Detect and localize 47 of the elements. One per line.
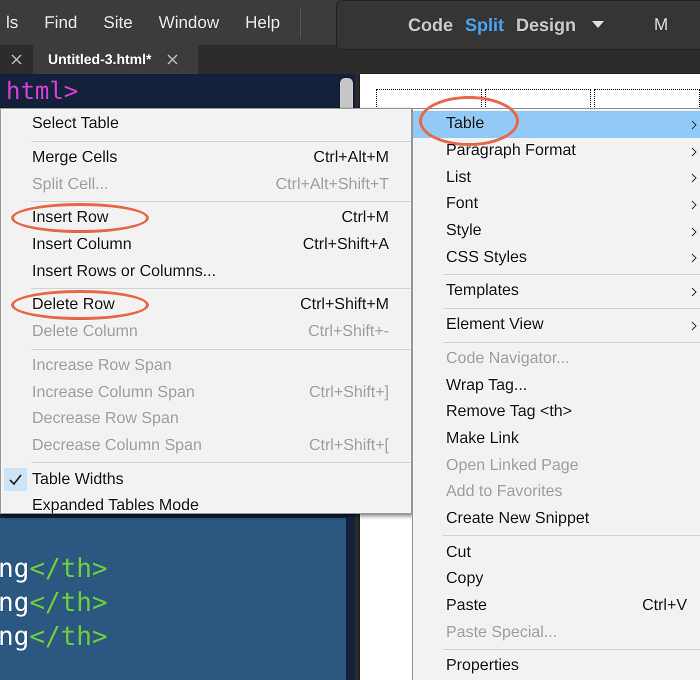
menu-item[interactable]: Copy (413, 566, 700, 593)
menu-item[interactable]: Paste Ctrl+V (413, 592, 700, 620)
shortcut-text: Ctrl+V (642, 596, 687, 616)
menu-item[interactable]: Templates (413, 278, 700, 305)
code-line: ng</th> (0, 553, 108, 586)
menu-item[interactable]: Paragraph Format (413, 138, 700, 164)
shortcut-text: Ctrl+Shift+M (300, 295, 389, 316)
menu-item[interactable]: Expanded Tables Mode (1, 492, 411, 520)
menu-item[interactable]: ls (6, 10, 18, 36)
menu-item[interactable]: Select Table (1, 111, 411, 138)
menu-item[interactable]: Wrap Tag... (413, 372, 700, 399)
menu-item[interactable]: Cut (413, 539, 700, 566)
menu-item[interactable]: Window (158, 10, 220, 36)
code-line: html> (5, 76, 78, 105)
menu-item[interactable]: Style (413, 218, 700, 244)
shortcut-text: Ctrl+Alt+M (313, 148, 389, 168)
view-tab[interactable]: Code (408, 12, 453, 38)
shortcut-text: Ctrl+Shift+] (308, 382, 389, 403)
menu-item[interactable]: Delete Row Ctrl+Shift+M (1, 292, 411, 319)
menu-item[interactable]: Create New Snippet (413, 506, 700, 532)
shortcut-text: Ctrl+Shift+[ (308, 436, 389, 456)
menu-item[interactable]: Make Link (413, 426, 700, 452)
menu-item[interactable]: Font (413, 191, 700, 218)
view-tab[interactable]: Split (465, 12, 504, 38)
menu-item[interactable]: Table Widths (1, 466, 411, 493)
menu-item[interactable]: Site (103, 10, 133, 36)
menu-item[interactable]: Insert Rows or Columns... (1, 258, 411, 286)
menu-item[interactable]: Table (413, 111, 700, 138)
document-tab[interactable]: Untitled-3.html* (33, 45, 198, 74)
shortcut-text: Ctrl+Shift+- (308, 322, 389, 342)
menu-item[interactable]: CSS Styles (413, 244, 700, 272)
menu-item[interactable]: Merge Cells Ctrl+Alt+M (1, 144, 411, 172)
menu-item[interactable]: M (654, 12, 668, 38)
menu-item[interactable]: Insert Column Ctrl+Shift+A (1, 232, 411, 258)
shortcut-text: Ctrl+M (341, 208, 389, 228)
shortcut-text: Ctrl+Shift+A (302, 235, 389, 256)
menu-item[interactable]: Help (245, 10, 280, 36)
shortcut-text: Ctrl+Alt+Shift+T (276, 174, 389, 195)
code-line: ng</th> (0, 587, 108, 620)
view-tab[interactable]: Design (516, 12, 576, 38)
menu-item[interactable]: Find (44, 10, 78, 36)
code-line: ng</th> (0, 621, 108, 654)
menu-item[interactable]: Insert Row Ctrl+M (1, 205, 411, 232)
menu-item[interactable]: Remove Tag <th> (413, 398, 700, 426)
menu-item[interactable]: Properties (413, 653, 700, 680)
menu-item[interactable]: List (413, 164, 700, 192)
menu-item[interactable]: Element View (413, 312, 700, 338)
